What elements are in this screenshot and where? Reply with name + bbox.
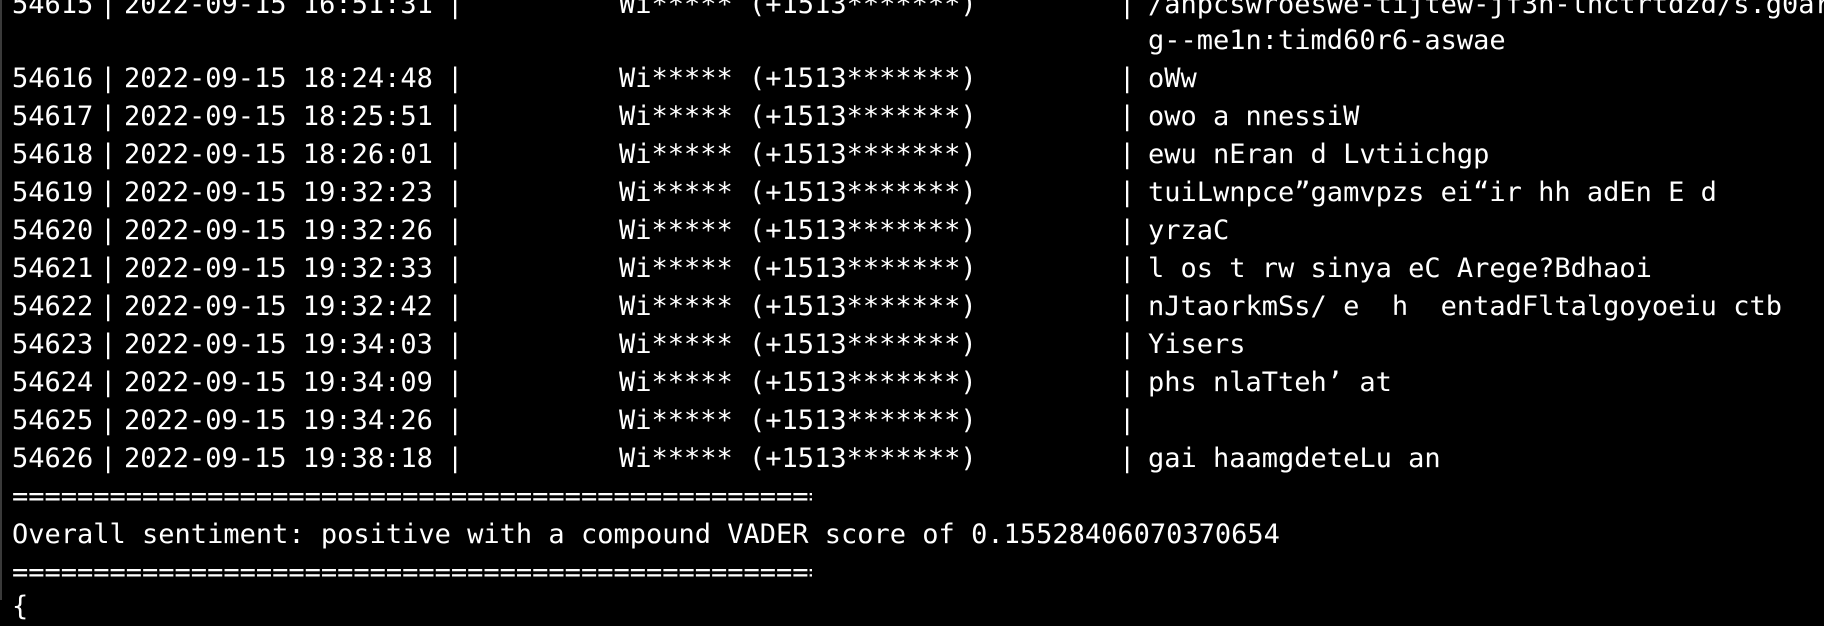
row-message: oWw xyxy=(1148,63,1197,94)
column-separator: | xyxy=(447,367,464,398)
row-user: Wi***** (+1513*******) xyxy=(619,291,977,322)
column-separator: | xyxy=(1119,101,1136,132)
row-id: 54620 xyxy=(12,215,94,246)
column-separator: | xyxy=(447,0,464,20)
row-timestamp: 2022-09-15 19:38:18 xyxy=(124,443,433,474)
row-timestamp: 2022-09-15 19:32:42 xyxy=(124,291,433,322)
row-message: gai haamgdeteLu an xyxy=(1148,443,1441,474)
column-separator: | xyxy=(1119,291,1136,322)
column-separator: | xyxy=(100,139,117,170)
row-message: owo a nnessiW xyxy=(1148,101,1360,132)
row-user: Wi***** (+1513*******) xyxy=(619,215,977,246)
row-timestamp: 2022-09-15 18:24:48 xyxy=(124,63,433,94)
row-user: Wi***** (+1513*******) xyxy=(619,405,977,436)
row-id: 54623 xyxy=(12,329,94,360)
row-id: 54616 xyxy=(12,63,94,94)
column-separator: | xyxy=(1119,177,1136,208)
output-continued: { xyxy=(12,591,29,622)
row-message: yrzaC xyxy=(1148,215,1230,246)
row-message: tuiLwnpce”gamvpzs ei“ir hh adEn E d xyxy=(1148,177,1717,208)
row-timestamp: 2022-09-15 19:34:09 xyxy=(124,367,433,398)
column-separator: | xyxy=(1119,0,1136,20)
row-id: 54621 xyxy=(12,253,94,284)
sentiment-summary: Overall sentiment: positive with a compo… xyxy=(12,519,1280,550)
column-separator: | xyxy=(100,101,117,132)
column-separator: | xyxy=(1119,253,1136,284)
row-message-continued: g--me1n:timd60r6-aswae xyxy=(1148,25,1506,56)
row-user: Wi***** (+1513*******) xyxy=(619,177,977,208)
terminal-window: 54615 | 2022-09-15 16:51:31 | Wi***** (+… xyxy=(0,0,1824,622)
column-separator: | xyxy=(100,215,117,246)
separator-line: ========================================… xyxy=(12,557,812,588)
row-user: Wi***** (+1513*******) xyxy=(619,253,977,284)
row-id: 54626 xyxy=(12,443,94,474)
column-separator: | xyxy=(1119,329,1136,360)
column-separator: | xyxy=(447,291,464,322)
row-timestamp: 2022-09-15 19:32:26 xyxy=(124,215,433,246)
column-separator: | xyxy=(1119,405,1136,436)
column-separator: | xyxy=(447,253,464,284)
column-separator: | xyxy=(1119,367,1136,398)
row-timestamp: 2022-09-15 16:51:31 xyxy=(124,0,433,20)
row-id: 54617 xyxy=(12,101,94,132)
column-separator: | xyxy=(100,177,117,208)
column-separator: | xyxy=(447,329,464,360)
row-message: phs nlaTteh’ at xyxy=(1148,367,1392,398)
column-separator: | xyxy=(447,405,464,436)
row-timestamp: 2022-09-15 18:25:51 xyxy=(124,101,433,132)
column-separator: | xyxy=(447,101,464,132)
row-message: nJtaorkmSs/ e h entadFltalgoyoeiu ctb xyxy=(1148,291,1782,322)
column-separator: | xyxy=(1119,443,1136,474)
row-user: Wi***** (+1513*******) xyxy=(619,367,977,398)
column-separator: | xyxy=(100,253,117,284)
row-message: ewu nEran d Lvtiichgp xyxy=(1148,139,1490,170)
row-message: l os t rw sinya eC Arege?Bdhaoi xyxy=(1148,253,1652,284)
row-message: /anpcswroeswe-tijtew-jf3n-lnctrtdzd/s.g0… xyxy=(1148,0,1824,20)
column-separator: | xyxy=(100,0,117,20)
column-separator: | xyxy=(100,329,117,360)
column-separator: | xyxy=(447,215,464,246)
row-id: 54618 xyxy=(12,139,94,170)
row-id: 54615 xyxy=(12,0,94,20)
column-separator: | xyxy=(447,63,464,94)
row-timestamp: 2022-09-15 19:32:33 xyxy=(124,253,433,284)
column-separator: | xyxy=(100,291,117,322)
row-user: Wi***** (+1513*******) xyxy=(619,443,977,474)
row-id: 54625 xyxy=(12,405,94,436)
row-id: 54619 xyxy=(12,177,94,208)
separator-line: ========================================… xyxy=(12,481,812,512)
row-message: Yisers xyxy=(1148,329,1246,360)
table-row-partial: 54615 | 2022-09-15 16:51:31 | Wi***** (+… xyxy=(12,0,1824,24)
column-separator: | xyxy=(447,139,464,170)
column-separator: | xyxy=(1119,63,1136,94)
row-id: 54622 xyxy=(12,291,94,322)
column-separator: | xyxy=(447,443,464,474)
column-separator: | xyxy=(100,405,117,436)
row-user: Wi***** (+1513*******) xyxy=(619,0,977,20)
column-separator: | xyxy=(100,443,117,474)
column-separator: | xyxy=(447,177,464,208)
row-id: 54624 xyxy=(12,367,94,398)
row-user: Wi***** (+1513*******) xyxy=(619,139,977,170)
column-separator: | xyxy=(1119,139,1136,170)
row-timestamp: 2022-09-15 19:32:23 xyxy=(124,177,433,208)
row-timestamp: 2022-09-15 18:26:01 xyxy=(124,139,433,170)
row-timestamp: 2022-09-15 19:34:26 xyxy=(124,405,433,436)
row-user: Wi***** (+1513*******) xyxy=(619,101,977,132)
row-user: Wi***** (+1513*******) xyxy=(619,63,977,94)
row-user: Wi***** (+1513*******) xyxy=(619,329,977,360)
column-separator: | xyxy=(100,63,117,94)
row-timestamp: 2022-09-15 19:34:03 xyxy=(124,329,433,360)
column-separator: | xyxy=(1119,215,1136,246)
column-separator: | xyxy=(100,367,117,398)
row-message-wrap: g--me1n:timd60r6-aswae xyxy=(12,22,1506,60)
